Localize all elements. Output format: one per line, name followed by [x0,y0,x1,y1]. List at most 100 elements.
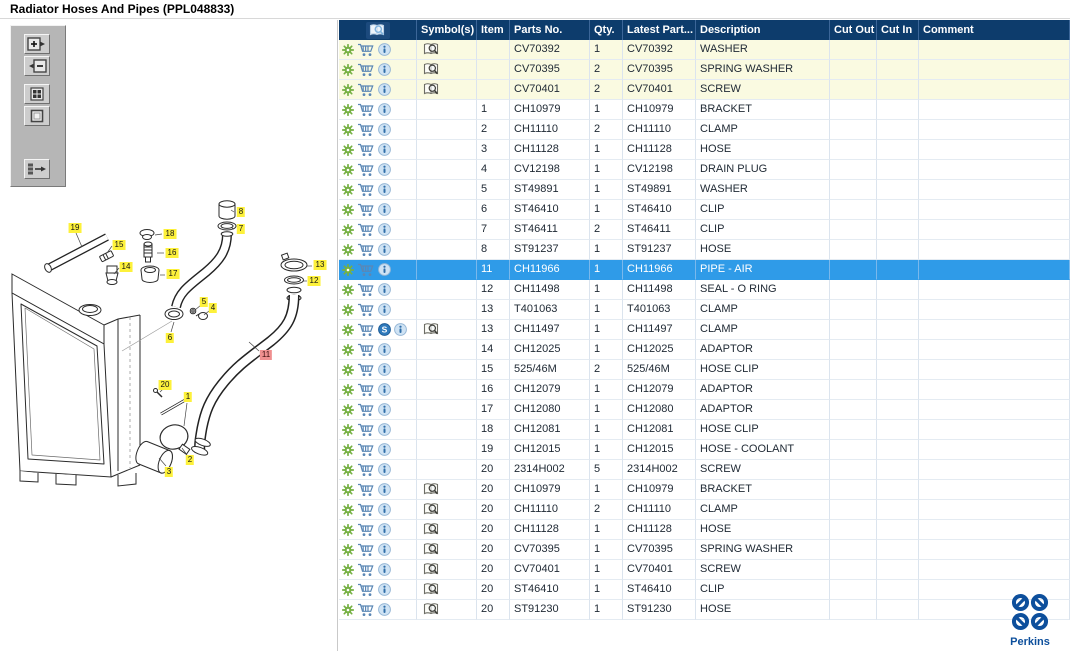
book-magnifier-icon[interactable] [423,602,440,617]
table-row[interactable]: 20 ST46410 1 ST46410 CLIP [339,580,1070,600]
info-icon[interactable] [378,603,391,616]
gear-icon[interactable] [342,563,354,576]
gear-icon[interactable] [342,43,354,56]
info-icon[interactable] [378,423,391,436]
callout-12[interactable]: 12 [307,276,321,286]
cart-icon[interactable] [357,443,375,457]
col-header-qty[interactable]: Qty. [590,20,623,40]
cart-icon[interactable] [357,283,375,297]
gear-icon[interactable] [342,83,354,96]
table-row[interactable]: 15 525/46M 2 525/46M HOSE CLIP [339,360,1070,380]
info-icon[interactable] [378,583,391,596]
gear-icon[interactable] [342,303,354,316]
cart-icon[interactable] [357,43,375,57]
info-icon[interactable] [378,263,391,276]
callout-8[interactable]: 8 [236,207,246,217]
cart-icon[interactable] [357,583,375,597]
col-header-parts[interactable]: Parts No. [510,20,590,40]
gear-icon[interactable] [342,403,354,416]
callout-3[interactable]: 3 [164,467,174,477]
gear-icon[interactable] [342,103,354,116]
gear-icon[interactable] [342,383,354,396]
gear-icon[interactable] [342,243,354,256]
info-icon[interactable] [378,123,391,136]
col-header-item[interactable]: Item [477,20,510,40]
cart-icon[interactable] [357,463,375,477]
info-icon[interactable] [378,543,391,556]
callout-14[interactable]: 14 [119,262,133,272]
info-icon[interactable] [378,283,391,296]
info-icon[interactable] [378,403,391,416]
info-icon[interactable] [378,523,391,536]
book-magnifier-icon[interactable] [423,542,440,557]
gear-icon[interactable] [342,203,354,216]
info-icon[interactable] [378,383,391,396]
info-icon[interactable] [378,223,391,236]
gear-icon[interactable] [342,263,354,276]
gear-icon[interactable] [342,603,354,616]
tile-view-button[interactable] [24,84,50,104]
table-row[interactable]: CV70401 2 CV70401 SCREW [339,80,1070,100]
callout-6[interactable]: 6 [165,333,175,343]
cart-icon[interactable] [357,503,375,517]
list-export-button[interactable] [24,159,50,179]
cart-icon[interactable] [357,103,375,117]
info-icon[interactable] [378,303,391,316]
s-icon[interactable]: S [378,323,391,336]
book-search-icon[interactable] [365,21,390,39]
cart-icon[interactable] [357,563,375,577]
table-row[interactable]: 6 ST46410 1 ST46410 CLIP [339,200,1070,220]
col-header-desc[interactable]: Description [696,20,830,40]
table-row[interactable]: 17 CH12080 1 CH12080 ADAPTOR [339,400,1070,420]
table-row[interactable]: 20 CV70401 1 CV70401 SCREW [339,560,1070,580]
table-row[interactable]: 12 CH11498 1 CH11498 SEAL - O RING [339,280,1070,300]
table-row[interactable]: 20 2314H002 5 2314H002 SCREW [339,460,1070,480]
info-icon[interactable] [378,163,391,176]
table-row[interactable]: 20 CH10979 1 CH10979 BRACKET [339,480,1070,500]
book-magnifier-icon[interactable] [423,582,440,597]
cart-icon[interactable] [357,363,375,377]
table-row[interactable]: CV70392 1 CV70392 WASHER [339,40,1070,60]
col-header-latest[interactable]: Latest Part... [623,20,696,40]
callout-11[interactable]: 11 [259,350,273,360]
callout-2[interactable]: 2 [185,455,195,465]
gear-icon[interactable] [342,323,354,336]
cart-icon[interactable] [357,483,375,497]
cart-icon[interactable] [357,263,375,277]
col-header-cutout[interactable]: Cut Out [830,20,877,40]
cart-icon[interactable] [357,323,375,337]
info-icon[interactable] [378,463,391,476]
table-row[interactable]: 13 T401063 1 T401063 CLAMP [339,300,1070,320]
cart-icon[interactable] [357,183,375,197]
info-icon[interactable] [378,363,391,376]
table-row[interactable]: 20 CH11110 2 CH11110 CLAMP [339,500,1070,520]
callout-5[interactable]: 5 [199,297,209,307]
book-magnifier-icon[interactable] [423,62,440,77]
cart-icon[interactable] [357,163,375,177]
gear-icon[interactable] [342,63,354,76]
col-header-comment[interactable]: Comment [919,20,1070,40]
callout-7[interactable]: 7 [236,224,246,234]
book-magnifier-icon[interactable] [423,42,440,57]
zoom-in-button[interactable] [24,34,50,54]
gear-icon[interactable] [342,543,354,556]
gear-icon[interactable] [342,123,354,136]
table-row[interactable]: 20 ST91230 1 ST91230 HOSE [339,600,1070,620]
cart-icon[interactable] [357,123,375,137]
gear-icon[interactable] [342,523,354,536]
callout-17[interactable]: 17 [166,269,180,279]
table-row[interactable]: 7 ST46411 2 ST46411 CLIP [339,220,1070,240]
info-icon[interactable] [378,143,391,156]
info-icon[interactable] [378,203,391,216]
book-magnifier-icon[interactable] [423,502,440,517]
info-icon[interactable] [378,343,391,356]
table-row[interactable]: 14 CH12025 1 CH12025 ADAPTOR [339,340,1070,360]
table-row[interactable]: 18 CH12081 1 CH12081 HOSE CLIP [339,420,1070,440]
cart-icon[interactable] [357,63,375,77]
table-row[interactable]: 4 CV12198 1 CV12198 DRAIN PLUG [339,160,1070,180]
table-row[interactable]: 19 CH12015 1 CH12015 HOSE - COOLANT [339,440,1070,460]
gear-icon[interactable] [342,283,354,296]
gear-icon[interactable] [342,483,354,496]
book-magnifier-icon[interactable] [423,82,440,97]
callout-1[interactable]: 1 [183,392,193,402]
